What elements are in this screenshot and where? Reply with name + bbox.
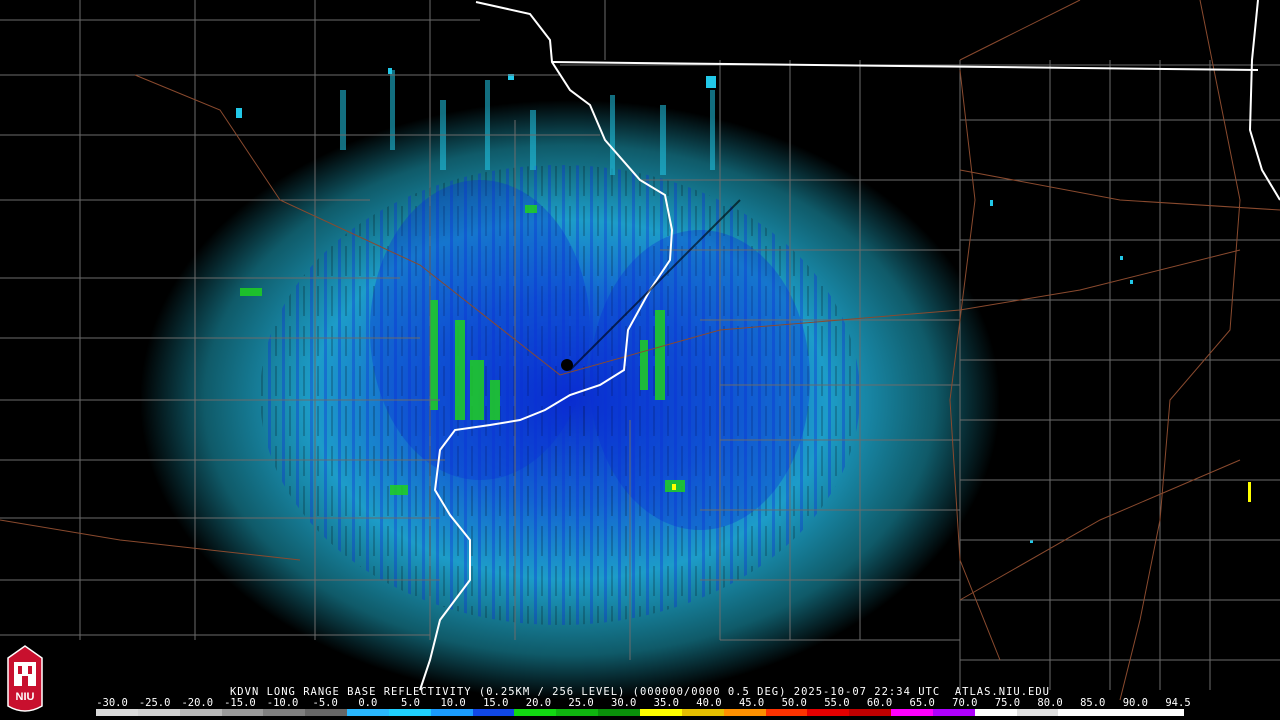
- legend-color-segment: [765, 709, 808, 716]
- legend-color-segment: [1100, 709, 1143, 716]
- legend-label: 5.0: [400, 697, 420, 709]
- legend-color-segment: [430, 709, 473, 716]
- legend-label: 0.0: [358, 697, 378, 709]
- legend-color-segment: [1142, 709, 1184, 716]
- legend-label: -30.0: [96, 697, 128, 709]
- legend-label: 10.0: [440, 697, 466, 709]
- legend-color-segment: [137, 709, 180, 716]
- legend-color-segment: [305, 709, 348, 716]
- legend-color-segment: [681, 709, 724, 716]
- legend-color-segment: [723, 709, 766, 716]
- legend-color-segment: [179, 709, 222, 716]
- legend-label: 30.0: [611, 697, 637, 709]
- legend-color-segment: [221, 709, 264, 716]
- legend-color-segment: [472, 709, 515, 716]
- legend-label: 75.0: [994, 697, 1021, 709]
- legend-label: 70.0: [952, 697, 978, 709]
- legend-label: -10.0: [266, 697, 299, 709]
- legend-label: 25.0: [568, 697, 594, 709]
- legend-label: 55.0: [824, 697, 850, 709]
- legend-label: -15.0: [224, 697, 256, 709]
- legend-color-segment: [598, 709, 640, 716]
- legend-color-segment: [1058, 709, 1101, 716]
- legend-color-segment: [96, 709, 138, 716]
- legend-label: -5.0: [312, 697, 338, 709]
- legend-color-segment: [347, 709, 389, 716]
- legend-color-segment: [974, 709, 1017, 716]
- legend-label: 20.0: [525, 697, 552, 709]
- legend-label: 65.0: [909, 697, 935, 709]
- legend-color-segment: [263, 709, 306, 716]
- reflectivity-colorbar: [96, 709, 1184, 716]
- legend-label: -25.0: [138, 697, 171, 709]
- legend-label: 90.0: [1122, 697, 1149, 709]
- legend-label: 45.0: [738, 697, 765, 709]
- legend-label: 40.0: [696, 697, 722, 709]
- legend-label: 80.0: [1037, 697, 1063, 709]
- legend-label: 50.0: [781, 697, 807, 709]
- legend-label: 85.0: [1080, 697, 1106, 709]
- legend-color-segment: [556, 709, 599, 716]
- legend-labels: -30.0 -25.0 -20.0 -15.0 -10.0 -5.0 0.0 5.0 10.0 1…: [0, 697, 1280, 709]
- legend-color-segment: [514, 709, 557, 716]
- legend-color-segment: [639, 709, 682, 716]
- legend-color-segment: [849, 709, 892, 716]
- legend-label: 60.0: [866, 697, 893, 709]
- legend-color-segment: [891, 709, 933, 716]
- legend-color-segment: [932, 709, 975, 716]
- radar-map: [0, 0, 1280, 720]
- legend-label: 94.5: [1165, 697, 1191, 709]
- legend-label: 35.0: [653, 697, 679, 709]
- legend-label: -20.0: [181, 697, 214, 709]
- legend-label: 15.0: [483, 697, 509, 709]
- legend-color-segment: [807, 709, 850, 716]
- legend-color-segment: [1016, 709, 1059, 716]
- legend-color-segment: [388, 709, 431, 716]
